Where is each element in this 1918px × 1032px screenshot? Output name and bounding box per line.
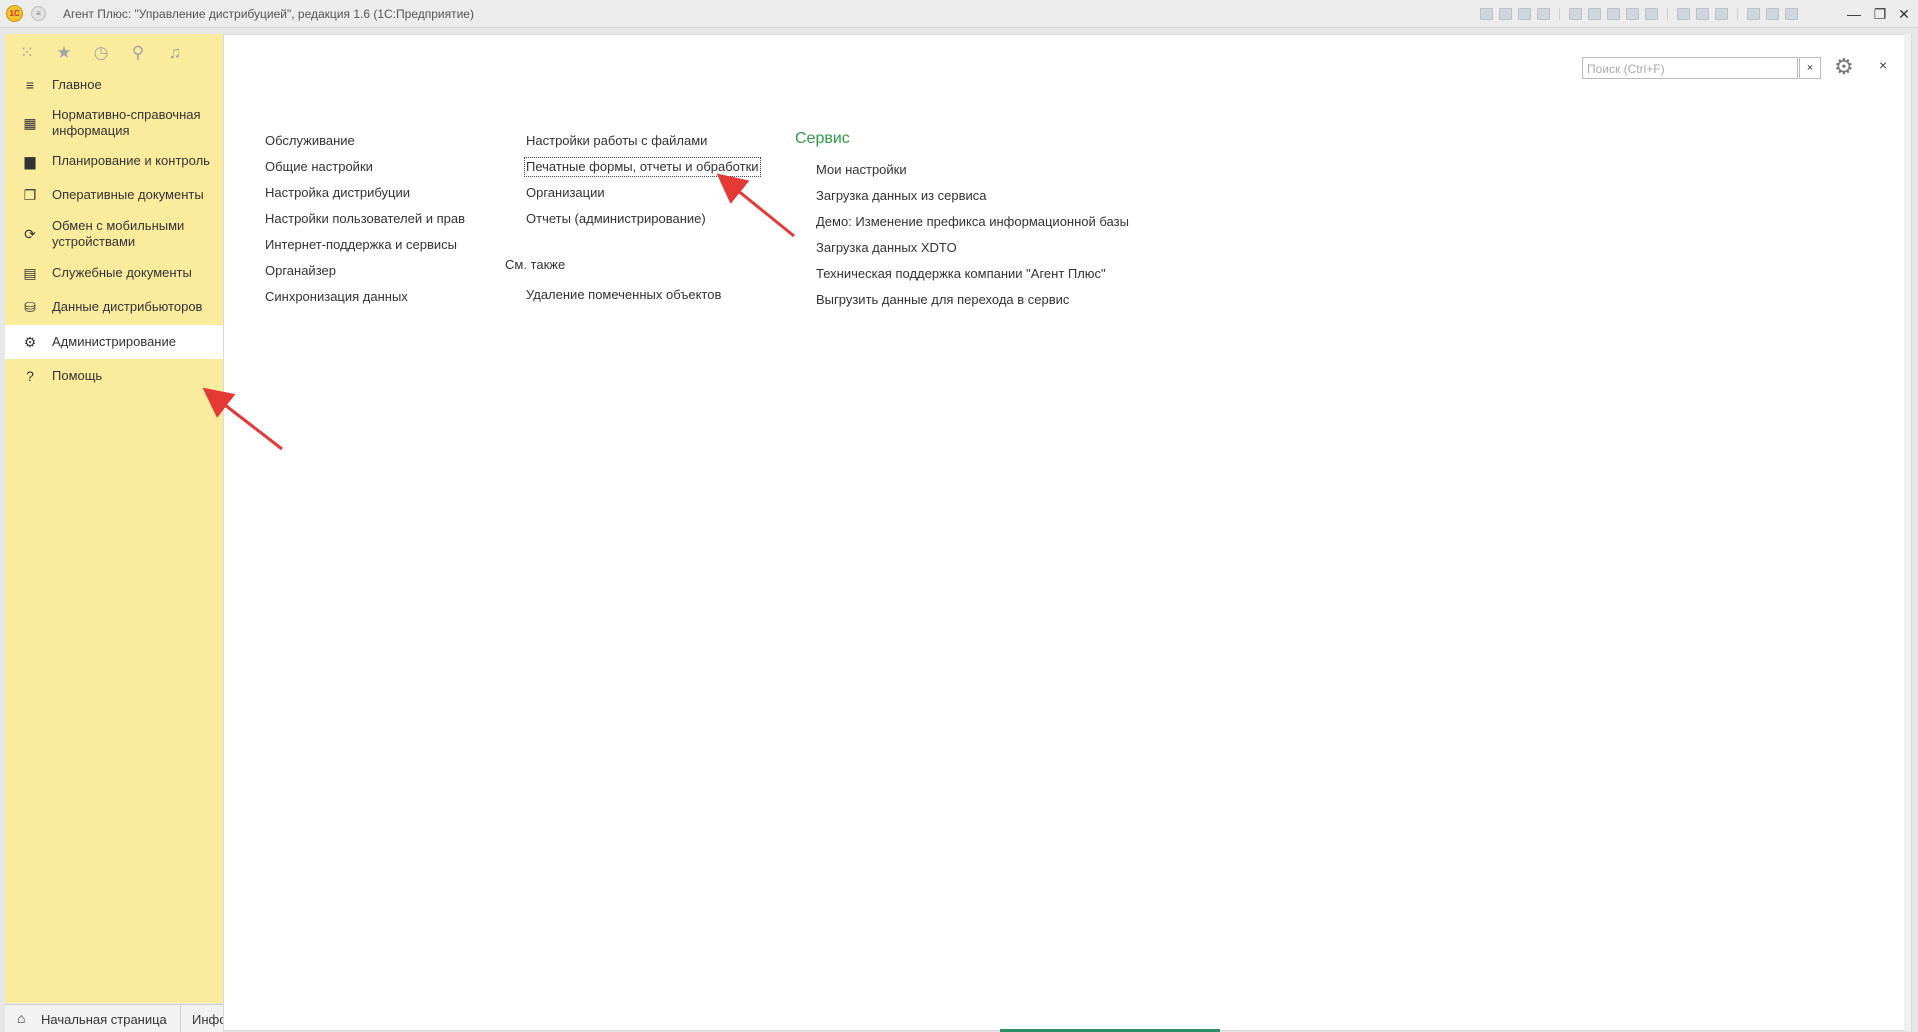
help-icon: ? [26, 368, 34, 384]
panel-settings-gear-icon[interactable]: ⚙ [1834, 54, 1854, 80]
link-general-settings[interactable]: Общие настройки [265, 159, 373, 175]
cloud-icon[interactable] [1588, 8, 1601, 20]
table-icon[interactable] [1607, 8, 1620, 20]
notifications-bell-icon[interactable]: ♫ [164, 43, 186, 63]
sidebar-item-service-documents[interactable]: ▤ Служебные документы [5, 256, 223, 290]
info-icon[interactable] [1785, 8, 1798, 20]
section-content-panel: Поиск (Ctrl+F) × ⚙ × Обслуживание Общие … [223, 34, 1912, 1031]
history-icon[interactable]: ◷ [90, 43, 112, 63]
window-title: Агент Плюс: "Управление дистрибуцией", р… [63, 7, 474, 21]
link-organizer[interactable]: Органайзер [265, 263, 336, 279]
service-section-title: Сервис [795, 130, 850, 147]
apps-grid-icon[interactable]: ⁙ [16, 43, 38, 63]
sidebar-item-label: Планирование и контроль [52, 153, 210, 168]
tab-label: Начальная страница [41, 1012, 167, 1027]
link-file-settings[interactable]: Настройки работы с файлами [526, 133, 707, 149]
calculator-icon[interactable] [1626, 8, 1639, 20]
home-icon: ⌂ [17, 1010, 26, 1026]
sidebar-item-label: Данные дистрибьюторов [52, 299, 203, 314]
calendar-icon[interactable] [1645, 8, 1658, 20]
toolbar-separator [1559, 8, 1560, 20]
distributor-data-icon: ⛁ [24, 298, 36, 315]
open-windows-bar: ⌂ Начальная страница Инфо [5, 1004, 226, 1032]
link-tech-support[interactable]: Техническая поддержка компании "Агент Пл… [816, 266, 1106, 282]
sections-sidebar: ⁙ ★ ◷ ⚲ ♫ ≡ Главное ▦ Нормативно-справоч… [5, 34, 223, 1003]
sidebar-item-main[interactable]: ≡ Главное [5, 68, 223, 102]
toolbar-separator [1737, 8, 1738, 20]
sidebar-item-label: Помощь [52, 368, 103, 383]
sidebar-item-administration[interactable]: ⚙ Администрирование [5, 325, 223, 359]
link-print-forms-reports[interactable]: Печатные формы, отчеты и обработки [524, 157, 761, 177]
sidebar-item-label: Обмен с мобильными устройствами [52, 218, 185, 249]
sidebar-item-mobile-exchange[interactable]: ⟳ Обмен с мобильными устройствами [5, 212, 223, 256]
favorites-star-icon[interactable]: ★ [53, 43, 75, 63]
sidebar-item-label: Главное [52, 77, 102, 92]
find-icon[interactable] [1537, 8, 1550, 20]
window-title-bar: 1С ≡ Агент Плюс: "Управление дистрибуцие… [0, 0, 1918, 28]
search-icon[interactable]: ⚲ [127, 43, 149, 63]
link-internet-support[interactable]: Интернет-поддержка и сервисы [265, 237, 457, 253]
reference-grid-icon: ▦ [23, 114, 37, 131]
sidebar-item-reference-info[interactable]: ▦ Нормативно-справочная информация [5, 102, 223, 144]
window-close-button[interactable]: ✕ [1893, 4, 1915, 24]
sidebar-item-label: Администрирование [52, 334, 176, 349]
panel-close-button[interactable]: × [1879, 57, 1887, 73]
link-export-to-service[interactable]: Выгрузить данные для перехода в сервис [816, 292, 1069, 308]
memory-plus-icon[interactable] [1677, 8, 1690, 20]
memory-minus-icon[interactable] [1696, 8, 1709, 20]
save-icon[interactable] [1480, 8, 1493, 20]
preview-icon[interactable] [1518, 8, 1531, 20]
panel-right-edge [1904, 34, 1911, 1031]
documents-icon: ❐ [23, 186, 37, 203]
search-placeholder: Поиск (Ctrl+F) [1587, 62, 1665, 76]
sidebar-item-help[interactable]: ? Помощь [5, 359, 223, 393]
bar-chart-icon: ▆ [24, 152, 36, 169]
sidebar-item-planning[interactable]: ▆ Планирование и контроль [5, 144, 223, 178]
title-toolbar [1480, 8, 1798, 20]
main-menu-icon[interactable]: ≡ [31, 6, 46, 21]
print-icon[interactable] [1499, 8, 1512, 20]
see-also-heading: См. также [505, 257, 566, 272]
link-load-xdto[interactable]: Загрузка данных XDTO [816, 240, 957, 256]
link-icon[interactable] [1569, 8, 1582, 20]
memory-recall-icon[interactable] [1715, 8, 1728, 20]
search-clear-button[interactable]: × [1799, 57, 1821, 79]
link-admin-reports[interactable]: Отчеты (администрирование) [526, 211, 706, 227]
link-maintenance[interactable]: Обслуживание [265, 133, 355, 149]
minimize-button[interactable]: — [1843, 4, 1865, 24]
link-demo-prefix-change[interactable]: Демо: Изменение префикса информационной … [816, 214, 1129, 230]
link-load-from-service[interactable]: Загрузка данных из сервиса [816, 188, 987, 204]
link-delete-marked-objects[interactable]: Удаление помеченных объектов [526, 287, 721, 303]
sidebar-quick-tools: ⁙ ★ ◷ ⚲ ♫ [5, 34, 223, 72]
link-my-settings[interactable]: Мои настройки [816, 162, 907, 178]
panels-icon[interactable] [1766, 8, 1779, 20]
link-organizations[interactable]: Организации [526, 185, 605, 201]
service-documents-icon: ▤ [23, 264, 37, 281]
link-data-sync[interactable]: Синхронизация данных [265, 289, 408, 305]
sidebar-item-distributor-data[interactable]: ⛁ Данные дистрибьюторов [5, 290, 223, 324]
tab-home-page[interactable]: ⌂ Начальная страница [5, 1005, 181, 1032]
sync-icon: ⟳ [24, 225, 36, 242]
app-logo-icon: 1С [6, 5, 23, 22]
toolbar-separator [1667, 8, 1668, 20]
zoom-icon[interactable] [1747, 8, 1760, 20]
sidebar-item-label: Нормативно-справочная информация [52, 107, 201, 138]
sidebar-item-label: Служебные документы [52, 265, 192, 280]
sidebar-item-operative-documents[interactable]: ❐ Оперативные документы [5, 178, 223, 212]
search-input[interactable]: Поиск (Ctrl+F) [1582, 57, 1798, 79]
link-user-rights-settings[interactable]: Настройки пользователей и прав [265, 211, 465, 227]
link-distribution-settings[interactable]: Настройка дистрибуции [265, 185, 410, 201]
tab-info[interactable]: Инфо [192, 1012, 226, 1027]
gear-icon: ⚙ [23, 333, 37, 350]
sidebar-item-label: Оперативные документы [52, 187, 204, 202]
menu-lines-icon: ≡ [25, 77, 35, 93]
restore-button[interactable]: ❐ [1869, 4, 1891, 24]
